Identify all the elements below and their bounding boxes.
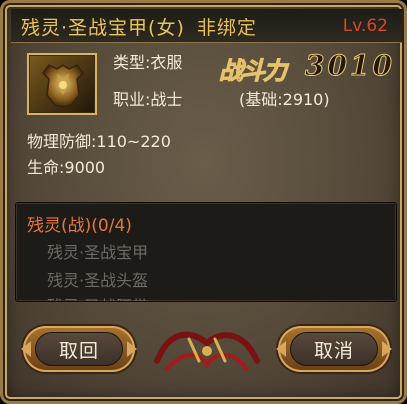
combat-power-label: 战斗力: [219, 57, 288, 86]
set-item: 残灵·圣战腰带: [47, 293, 148, 301]
item-type: 类型:衣服: [113, 53, 183, 72]
game-logo-icon: [154, 331, 260, 371]
cancel-button[interactable]: 取消: [276, 326, 392, 372]
bind-status: 非绑定: [196, 17, 257, 39]
item-title: 残灵·圣战宝甲(女) 非绑定: [21, 13, 257, 40]
title-bar: 残灵·圣战宝甲(女) 非绑定 Lv.62: [11, 9, 402, 43]
game-logo: [149, 321, 265, 381]
base-power: (基础:2910): [239, 90, 330, 109]
stat-defense: 物理防御:110~220: [27, 132, 171, 151]
cancel-button-label: 取消: [290, 332, 378, 366]
right-ornament-icon: [127, 341, 137, 357]
item-name: 残灵·圣战宝甲(女): [21, 17, 185, 39]
retrieve-button[interactable]: 取回: [21, 326, 137, 372]
item-level: Lv.62: [342, 16, 388, 36]
left-ornament-icon: [21, 341, 31, 357]
item-tooltip-panel: 残灵·圣战宝甲(女) 非绑定 Lv.62 类型:衣服 职业:战士 战斗力 3010…: [0, 0, 407, 404]
combat-power-value: 3010: [305, 49, 395, 83]
set-item: 残灵·圣战宝甲: [47, 243, 149, 262]
retrieve-button-label: 取回: [35, 332, 123, 366]
item-job: 职业:战士: [113, 90, 183, 109]
set-item: 残灵·圣战头盔: [47, 271, 149, 290]
item-icon-frame: [27, 53, 97, 115]
set-title: 残灵(战)(0/4): [27, 216, 132, 236]
set-info-box: 残灵(战)(0/4) 残灵·圣战宝甲 残灵·圣战头盔 残灵·圣战腰带: [15, 202, 397, 302]
right-ornament-icon: [382, 341, 392, 357]
stat-hp: 生命:9000: [27, 158, 106, 177]
left-ornament-icon: [276, 341, 286, 357]
armor-icon: [42, 64, 84, 108]
